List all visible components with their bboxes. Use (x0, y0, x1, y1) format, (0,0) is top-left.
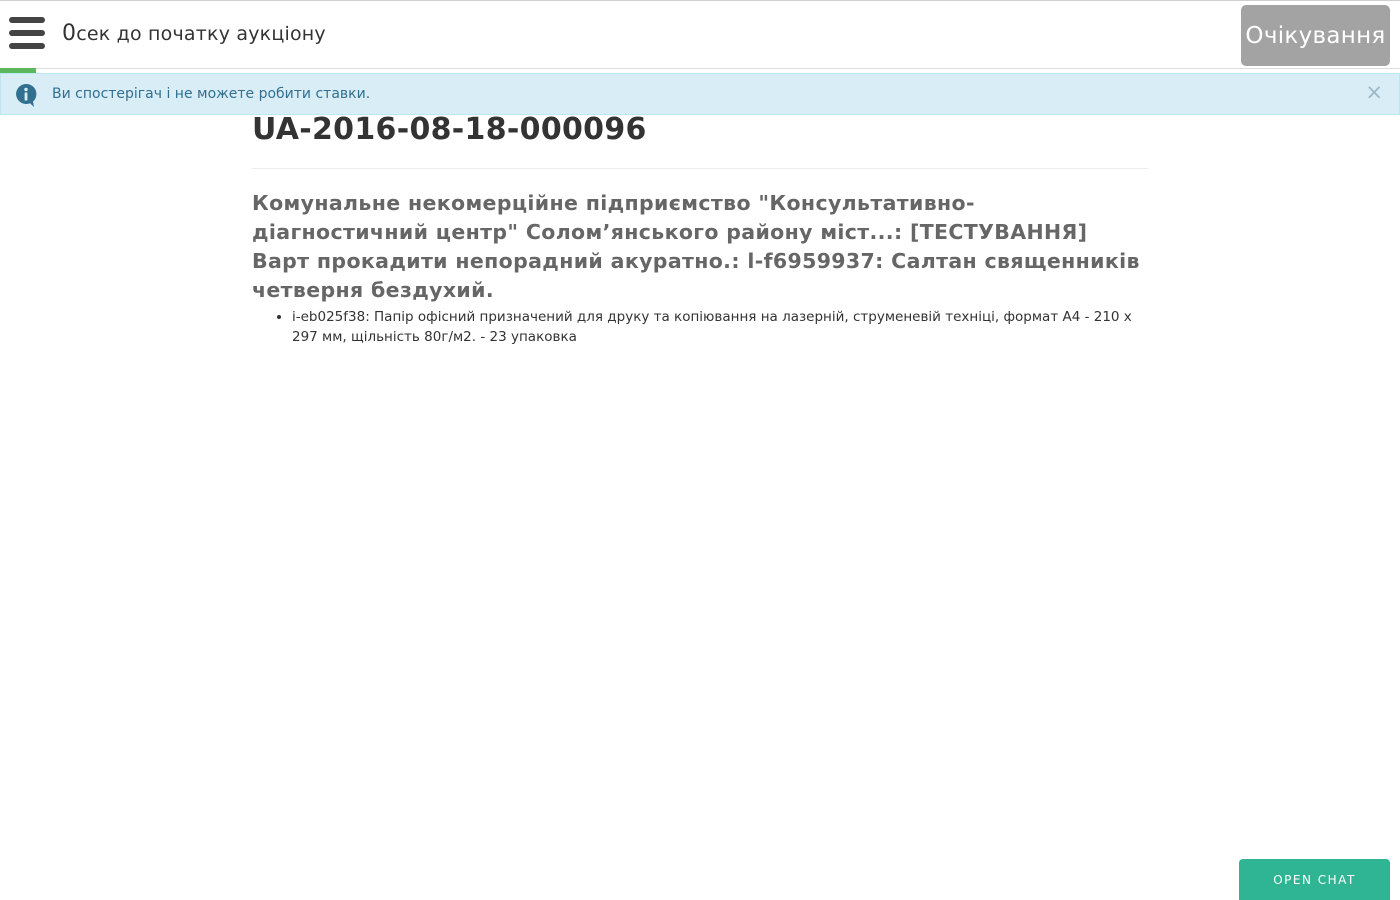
menu-bar-line (9, 43, 45, 49)
auction-id-title: UA-2016-08-18-000096 (252, 110, 1148, 169)
observer-alert: Ви спостерігач і не можете робити ставки… (0, 73, 1400, 115)
close-icon[interactable]: × (1365, 82, 1383, 103)
info-icon (16, 83, 37, 107)
top-bar: 0сек до початку аукціону Очікування (0, 0, 1400, 69)
auction-status-button[interactable]: Очікування (1241, 5, 1390, 66)
menu-bar-line (9, 17, 45, 23)
auction-items-list: i-eb025f38: Папір офісний призначений дл… (292, 307, 1148, 347)
countdown-label: сек до початку аукціону (76, 23, 326, 45)
open-chat-button[interactable]: OPEN CHAT (1239, 859, 1390, 900)
auction-info: UA-2016-08-18-000096 Комунальне некомерц… (252, 110, 1148, 347)
auction-description: Комунальне некомерційне підприємство "Ко… (252, 191, 1140, 302)
countdown-value: 0 (62, 21, 77, 46)
alert-message: Ви спостерігач і не можете робити ставки… (52, 86, 371, 102)
menu-bar-line (9, 30, 45, 36)
hamburger-menu-icon[interactable] (9, 17, 45, 49)
list-item: i-eb025f38: Папір офісний призначений дл… (292, 307, 1148, 347)
countdown-timer: 0сек до початку аукціону (62, 21, 326, 46)
